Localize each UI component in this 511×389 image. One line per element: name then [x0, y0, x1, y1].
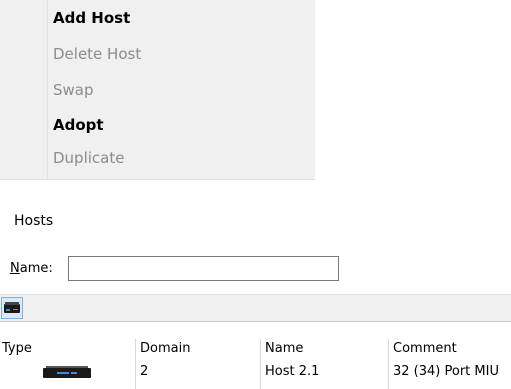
menu-item-duplicate: Duplicate: [53, 149, 125, 167]
host-device-icon: [43, 366, 91, 378]
menu-gutter-divider: [47, 0, 48, 179]
name-filter-label: Name:: [10, 260, 53, 278]
hosts-toolbar: [0, 294, 511, 322]
screen: Add Host Delete Host Swap Adopt Duplicat…: [0, 0, 511, 389]
host-device-icon: [4, 302, 20, 313]
column-header-comment[interactable]: Comment: [393, 339, 457, 359]
menu-item-add-host[interactable]: Add Host: [53, 8, 130, 28]
column-header-type[interactable]: Type: [2, 339, 32, 359]
name-label-mnemonic: N: [10, 261, 20, 276]
menu-item-delete-host: Delete Host: [53, 45, 142, 63]
context-menu: Add Host Delete Host Swap Adopt Duplicat…: [0, 0, 315, 180]
cell-comment: 32 (34) Port MIU: [393, 364, 499, 379]
name-label-text: ame:: [19, 261, 53, 276]
name-filter-input[interactable]: [68, 256, 339, 281]
menu-item-swap: Swap: [53, 81, 94, 99]
column-header-name[interactable]: Name: [265, 339, 303, 359]
cell-type: [0, 360, 134, 384]
table-row[interactable]: 2 Host 2.1 32 (34) Port MIU: [0, 360, 511, 384]
host-type-filter-button[interactable]: [1, 297, 23, 319]
column-header-domain[interactable]: Domain: [140, 339, 190, 359]
hosts-panel-title: Hosts: [14, 213, 54, 229]
hosts-table-header: Type Domain Name Comment: [0, 339, 511, 359]
cell-name: Host 2.1: [265, 364, 320, 379]
cell-domain: 2: [140, 364, 149, 379]
menu-item-adopt[interactable]: Adopt: [53, 115, 104, 135]
